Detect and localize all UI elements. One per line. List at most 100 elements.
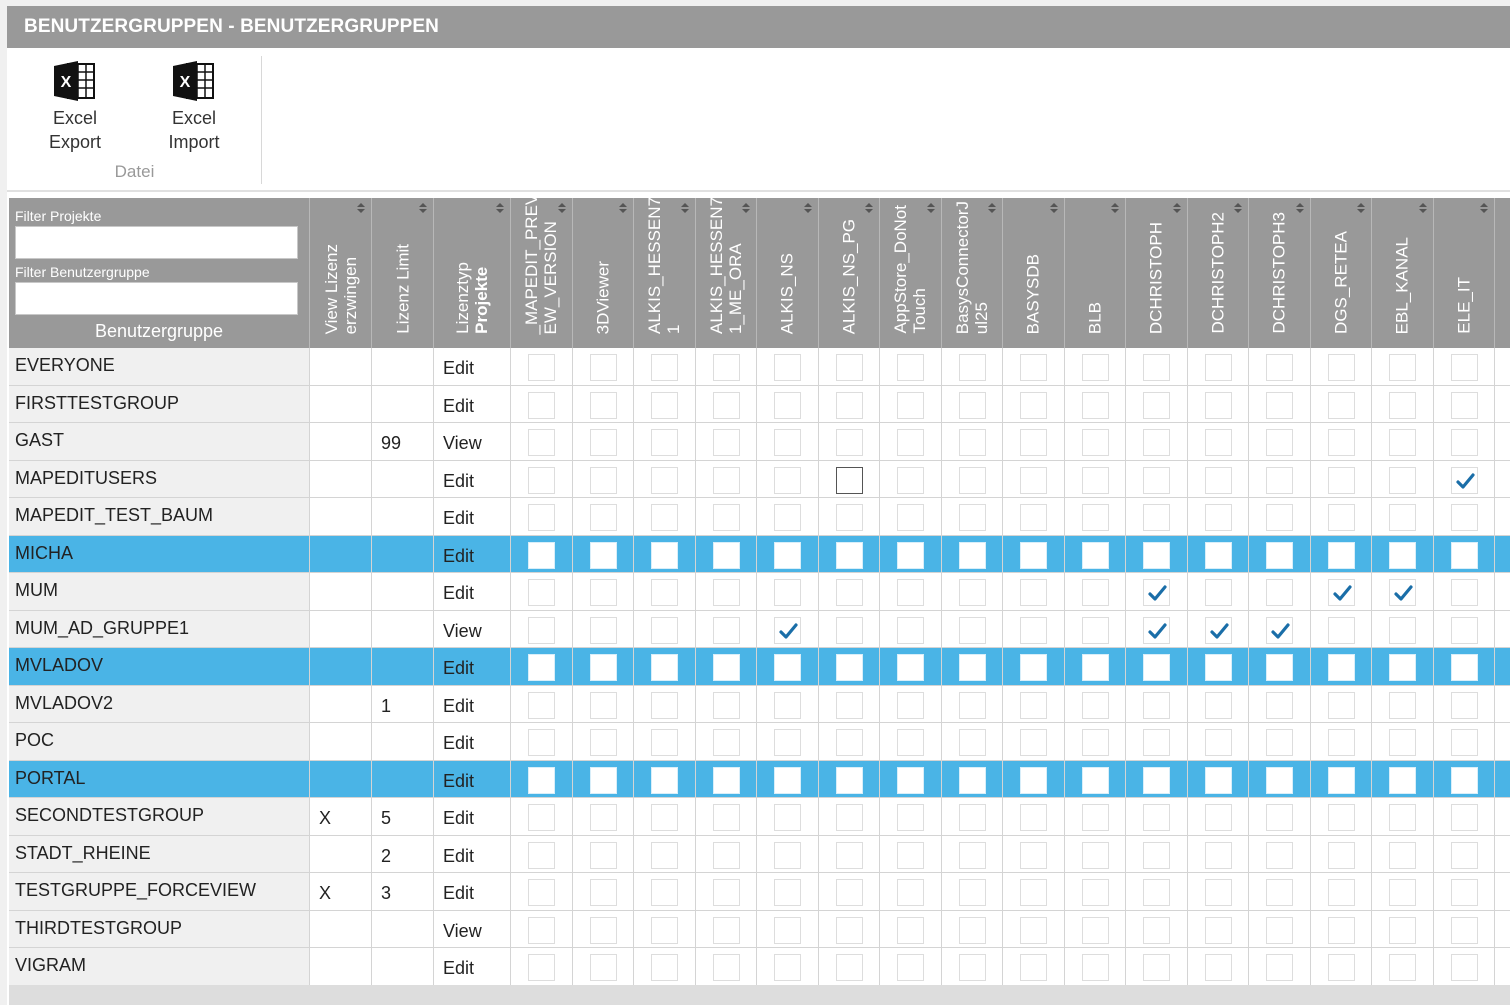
project-checkbox[interactable]	[1389, 766, 1417, 794]
project-checkbox[interactable]	[712, 429, 740, 457]
project-checkbox[interactable]	[589, 879, 617, 907]
project-checkbox[interactable]	[897, 916, 925, 944]
project-checkbox[interactable]	[774, 541, 802, 569]
column-header-project-8[interactable]: BASYSDB	[1002, 198, 1064, 348]
project-checkbox[interactable]	[774, 616, 802, 644]
project-checkbox[interactable]	[651, 616, 679, 644]
project-checkbox[interactable]	[774, 729, 802, 757]
project-checkbox[interactable]	[1389, 354, 1417, 382]
column-header-project-2[interactable]: ALKIS_HESSEN7 1	[633, 198, 695, 348]
project-checkbox[interactable]	[1327, 504, 1355, 532]
project-checkbox[interactable]	[1450, 916, 1478, 944]
project-checkbox[interactable]	[1204, 654, 1232, 682]
project-checkbox[interactable]	[1020, 766, 1048, 794]
project-checkbox[interactable]	[897, 541, 925, 569]
group-name-cell[interactable]: STADT_RHEINE	[9, 835, 309, 872]
project-checkbox[interactable]	[712, 541, 740, 569]
project-checkbox[interactable]	[528, 729, 556, 757]
view-lizenz-cell[interactable]	[309, 348, 371, 385]
project-checkbox[interactable]	[712, 879, 740, 907]
project-checkbox[interactable]	[651, 504, 679, 532]
project-checkbox[interactable]	[1389, 466, 1417, 494]
column-header-project-14[interactable]: EBL_KANAL	[1371, 198, 1433, 348]
project-checkbox[interactable]	[1327, 466, 1355, 494]
project-checkbox[interactable]	[1143, 804, 1171, 832]
project-checkbox[interactable]	[958, 579, 986, 607]
project-checkbox[interactable]	[897, 879, 925, 907]
project-checkbox[interactable]	[651, 916, 679, 944]
project-checkbox[interactable]	[1389, 616, 1417, 644]
project-checkbox[interactable]	[835, 429, 863, 457]
project-checkbox[interactable]	[712, 916, 740, 944]
sort-arrows-icon[interactable]	[619, 203, 627, 215]
project-checkbox[interactable]	[1327, 579, 1355, 607]
group-name-cell[interactable]: POC	[9, 723, 309, 760]
project-checkbox[interactable]	[1143, 691, 1171, 719]
sort-arrows-icon[interactable]	[1172, 203, 1181, 215]
table-row[interactable]: POC Edit	[9, 723, 1510, 761]
lizenz-limit-cell[interactable]	[371, 648, 433, 685]
project-checkbox[interactable]	[774, 391, 802, 419]
view-lizenz-cell[interactable]	[309, 498, 371, 535]
project-checkbox[interactable]	[651, 879, 679, 907]
project-checkbox[interactable]	[835, 616, 863, 644]
lizenztyp-cell[interactable]: View	[433, 423, 510, 460]
project-checkbox[interactable]	[528, 691, 556, 719]
project-checkbox[interactable]	[589, 391, 617, 419]
project-checkbox[interactable]	[528, 504, 556, 532]
column-header-lizenz-limit[interactable]: Lizenz Limit	[371, 198, 433, 348]
project-checkbox[interactable]	[1143, 429, 1171, 457]
project-checkbox[interactable]	[1081, 466, 1109, 494]
project-checkbox[interactable]	[528, 916, 556, 944]
project-checkbox[interactable]	[1266, 429, 1294, 457]
group-name-cell[interactable]: PORTAL	[9, 760, 309, 797]
project-checkbox[interactable]	[897, 804, 925, 832]
project-checkbox[interactable]	[1327, 616, 1355, 644]
column-header-lizenztyp[interactable]: Lizenztyp Projekte	[433, 198, 510, 348]
project-checkbox[interactable]	[958, 616, 986, 644]
table-row[interactable]: VIGRAM Edit	[9, 948, 1510, 986]
lizenztyp-cell[interactable]: Edit	[433, 685, 510, 722]
project-checkbox[interactable]	[712, 354, 740, 382]
project-checkbox[interactable]	[1450, 429, 1478, 457]
project-checkbox[interactable]	[835, 466, 863, 494]
project-checkbox[interactable]	[1143, 391, 1171, 419]
group-name-cell[interactable]: MVLADOV	[9, 648, 309, 685]
lizenztyp-cell[interactable]: Edit	[433, 535, 510, 572]
lizenztyp-cell[interactable]: Edit	[433, 385, 510, 422]
project-checkbox[interactable]	[1081, 391, 1109, 419]
lizenz-limit-cell[interactable]	[371, 948, 433, 985]
lizenz-limit-cell[interactable]	[371, 348, 433, 385]
project-checkbox[interactable]	[528, 541, 556, 569]
project-checkbox[interactable]	[651, 654, 679, 682]
project-checkbox[interactable]	[1081, 954, 1109, 982]
project-checkbox[interactable]	[712, 504, 740, 532]
project-checkbox[interactable]	[835, 579, 863, 607]
project-checkbox[interactable]	[528, 429, 556, 457]
project-checkbox[interactable]	[1266, 954, 1294, 982]
project-checkbox[interactable]	[897, 391, 925, 419]
project-checkbox[interactable]	[774, 916, 802, 944]
project-checkbox[interactable]	[1266, 504, 1294, 532]
project-checkbox[interactable]	[1020, 916, 1048, 944]
project-checkbox[interactable]	[1020, 841, 1048, 869]
project-checkbox[interactable]	[958, 654, 986, 682]
view-lizenz-cell[interactable]	[309, 685, 371, 722]
table-row[interactable]: MUM_AD_GRUPPE1 View	[9, 610, 1510, 648]
project-checkbox[interactable]	[1450, 691, 1478, 719]
project-checkbox[interactable]	[774, 766, 802, 794]
sort-arrows-icon[interactable]	[1049, 203, 1058, 215]
lizenz-limit-cell[interactable]: 99	[371, 423, 433, 460]
project-checkbox[interactable]	[589, 354, 617, 382]
view-lizenz-cell[interactable]	[309, 610, 371, 647]
project-checkbox[interactable]	[1327, 541, 1355, 569]
project-checkbox[interactable]	[1389, 504, 1417, 532]
project-checkbox[interactable]	[1327, 766, 1355, 794]
project-checkbox[interactable]	[1143, 541, 1171, 569]
project-checkbox[interactable]	[1327, 841, 1355, 869]
project-checkbox[interactable]	[651, 541, 679, 569]
table-row[interactable]: MUM Edit	[9, 573, 1510, 611]
project-checkbox[interactable]	[1081, 766, 1109, 794]
project-checkbox[interactable]	[1081, 841, 1109, 869]
lizenztyp-cell[interactable]: Edit	[433, 460, 510, 497]
